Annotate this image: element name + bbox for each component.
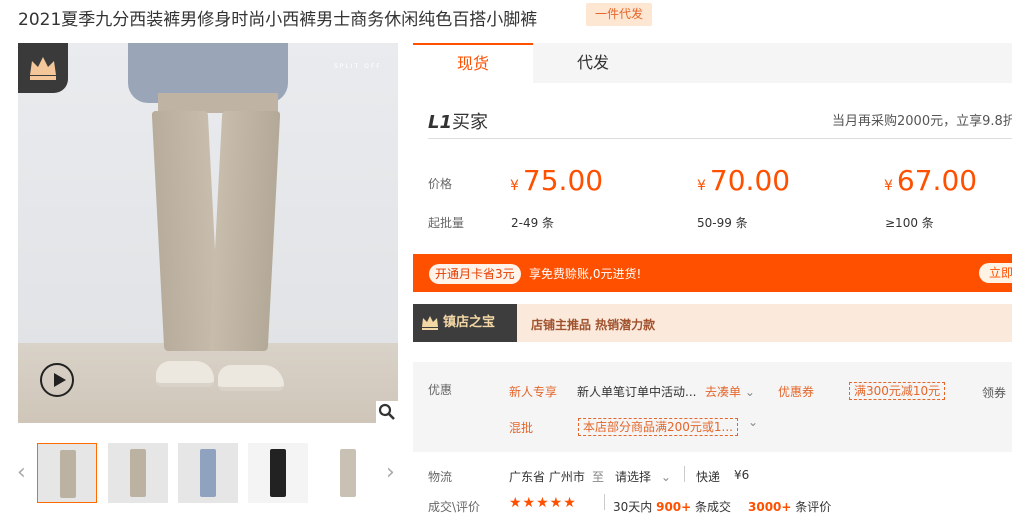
open-now-button[interactable]: 立即开通 [979,263,1012,283]
collect-order-link[interactable]: 去凑单 ⌄ [705,383,755,400]
thumbnail-1[interactable] [37,443,97,503]
chevron-down-icon: ⌄ [660,470,671,484]
separator [604,494,605,510]
level-upgrade-tip: 当月再采购2000元，立享9.8折 [832,114,1012,129]
store-treasure-text: 店铺主推品 热销潜力款 [531,318,656,332]
monthly-card-banner[interactable]: 开通月卡省3元 享免费赊账,0元进货! 立即开通 [413,254,1012,292]
coupon-value[interactable]: 满300元减10元 [849,382,946,400]
discount-panel [413,362,1012,452]
mix-batch-label: 混批 [509,421,534,435]
level-code: L1 [428,112,452,133]
logistics-label: 物流 [428,470,453,484]
price-label: 价格 [428,177,453,191]
crown-icon [422,316,438,330]
monthly-card-tag: 开通月卡省3元 [429,264,521,284]
min-qty-label: 起批量 [428,216,465,230]
stock-tabs: 现货 代发 [413,43,1012,83]
deal-stats[interactable]: 30天内 900+ 条成交 [613,498,731,515]
store-treasure-label: 镇店之宝 [413,304,517,342]
tab-in-stock[interactable]: 现货 [413,43,533,83]
price-tier-2: ¥70.00 [697,164,791,197]
discount-label: 优惠 [428,383,453,397]
qty-tier-3: ≥100 条 [885,216,934,230]
thumbnail-next-arrow[interactable]: › [386,460,395,485]
brand-watermark: SPLIT OFF [334,63,382,70]
new-user-promo-text: 新人单笔订单中活动... [577,385,697,399]
qty-tier-2: 50-99 条 [697,216,748,230]
origin-location: 广东省 广州市 [509,470,585,484]
thumbnail-3[interactable] [178,443,238,503]
coupon-label: 优惠券 [778,385,815,399]
shipping-fee: ¥6 [734,468,750,482]
mix-batch-value[interactable]: 本店部分商品满200元或1... [578,418,738,436]
get-coupon-button[interactable]: 领券 [982,384,1006,401]
chevron-down-icon[interactable]: ⌄ [748,415,758,429]
star-rating: ★★★★★ [509,495,577,511]
level-label: 买家 [452,112,488,133]
zoom-icon[interactable] [376,401,398,423]
divider [428,138,1012,139]
separator [684,466,685,482]
thumbnail-4[interactable] [248,443,308,503]
thumbnail-5[interactable] [318,443,378,503]
play-video-button[interactable] [40,363,74,397]
dropship-badge[interactable]: 一件代发 [586,3,652,26]
new-user-tag: 新人专享 [509,385,558,399]
review-stats[interactable]: 3000+ 条评价 [748,498,831,515]
price-tier-1: ¥75.00 [510,164,604,197]
buyer-level: L1买家 [428,108,488,134]
price-tier-3: ¥67.00 [884,164,978,197]
store-treasure-bar[interactable]: 镇店之宝 店铺主推品 热销潜力款 [413,304,1012,342]
shipping-method: 快递 [696,470,721,484]
to-label: 至 [592,470,605,484]
thumbnail-2[interactable] [108,443,168,503]
main-product-image[interactable]: SPLIT OFF [18,43,398,423]
destination-select[interactable]: 请选择 ⌄ [615,468,671,485]
qty-tier-1: 2-49 条 [511,216,555,230]
monthly-card-text: 享免费赊账,0元进货! [529,267,642,281]
chevron-down-icon: ⌄ [744,385,755,399]
crown-icon [18,43,68,93]
tab-dropship[interactable]: 代发 [533,43,653,83]
deals-reviews-label: 成交\评价 [428,500,481,514]
thumbnail-prev-arrow[interactable]: ‹ [17,460,26,485]
product-title: 2021夏季九分西装裤男修身时尚小西裤男士商务休闲纯色百搭小脚裤 [18,10,538,30]
